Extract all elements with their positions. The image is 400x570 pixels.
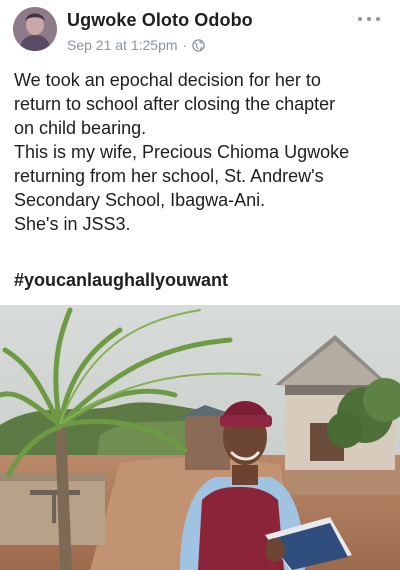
post-meta: Sep 21 at 1:25pm · xyxy=(67,37,205,53)
author-name[interactable]: Ugwoke Oloto Odobo xyxy=(67,10,253,31)
more-options-icon[interactable] xyxy=(358,14,380,24)
post-text-line: return to school after closing the chapt… xyxy=(14,94,336,114)
globe-icon xyxy=(192,38,205,52)
hashtag-link[interactable]: #youcanlaughallyouwant xyxy=(14,270,228,291)
post-text-line: Secondary School, Ibagwa-Ani. xyxy=(14,190,266,210)
post-text-line: on child bearing. xyxy=(14,118,147,138)
post-header: Ugwoke Oloto Odobo Sep 21 at 1:25pm · xyxy=(0,0,400,64)
post-text-line: We took an epochal decision for her to xyxy=(14,70,321,90)
meta-separator: · xyxy=(182,37,188,53)
post-text-line: She's in JSS3. xyxy=(14,214,131,234)
post-text-line: returning from her school, St. Andrew's xyxy=(14,166,324,186)
avatar[interactable] xyxy=(13,7,57,51)
post-timestamp[interactable]: Sep 21 at 1:25pm xyxy=(67,37,178,53)
post-text-line: This is my wife, Precious Chioma Ugwoke xyxy=(14,142,350,162)
post-photo[interactable] xyxy=(0,305,400,570)
post-text: We took an epochal decision for her to r… xyxy=(14,68,390,236)
photo-illustration xyxy=(0,305,400,570)
